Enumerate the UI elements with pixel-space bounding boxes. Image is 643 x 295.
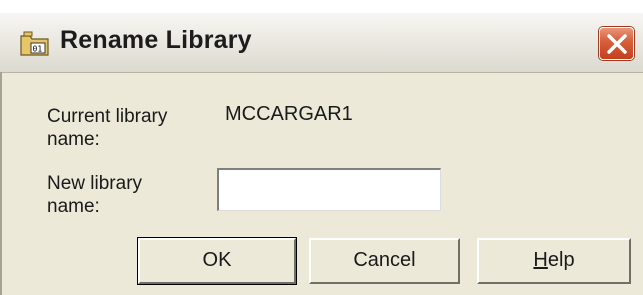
close-icon [607,34,627,54]
rename-library-dialog: 01 Rename Library Current library name: … [0,0,643,295]
dialog-title: Rename Library [60,26,252,54]
window-frame-left [0,72,2,295]
new-library-name-input[interactable] [217,168,441,211]
current-library-value: MCCARGAR1 [225,103,353,125]
title-bar-area: 01 Rename Library [0,0,643,73]
help-label-rest: elp [547,249,575,271]
library-folder-icon: 01 [20,31,50,57]
ok-button[interactable]: OK [137,237,297,285]
help-mnemonic: H [533,249,548,271]
close-button[interactable] [599,27,634,60]
svg-text:01: 01 [33,45,43,54]
cancel-button[interactable]: Cancel [309,238,460,284]
new-library-label: New library name: [47,173,143,217]
current-library-label: Current library name: [47,106,168,150]
help-button[interactable]: Help [477,238,631,284]
